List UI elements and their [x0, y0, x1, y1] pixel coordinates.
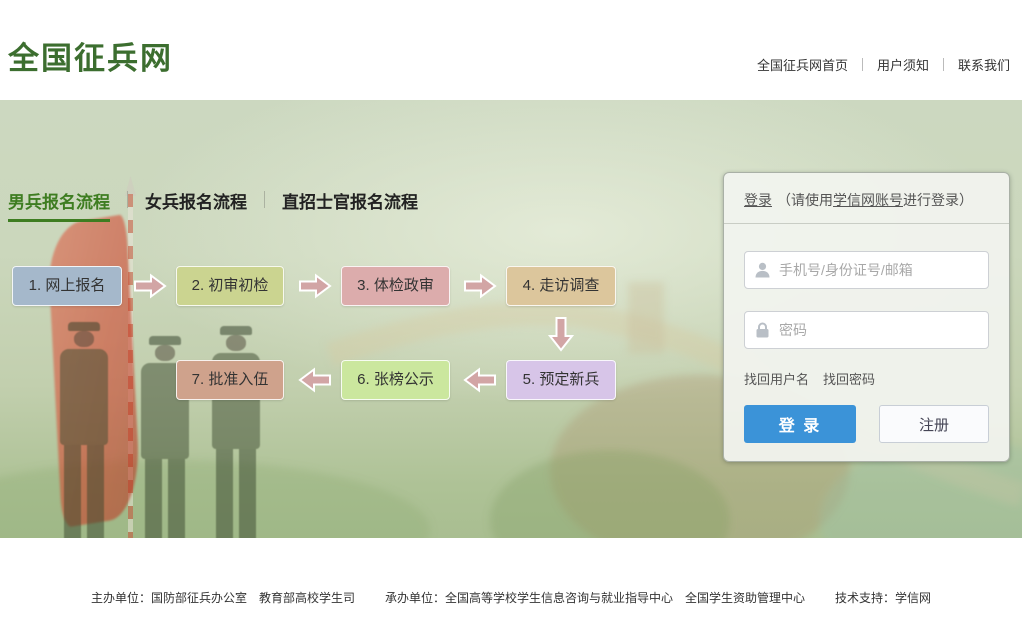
- nav-contact-link[interactable]: 联系我们: [958, 55, 1010, 74]
- tab-separator: [127, 191, 128, 208]
- nav-user-notice-link[interactable]: 用户须知: [877, 55, 929, 74]
- nav-separator: [943, 58, 944, 71]
- site-header: 全国征兵网 全国征兵网首页 用户须知 联系我们: [0, 0, 1022, 100]
- top-nav: 全国征兵网首页 用户须知 联系我们: [757, 55, 1010, 74]
- account-recovery-links: 找回用户名 找回密码: [744, 369, 989, 388]
- process-tabs: 男兵报名流程 女兵报名流程 直招士官报名流程: [8, 188, 418, 222]
- flow-step-3: 3. 体检政审: [341, 266, 450, 306]
- arrow-right-icon: [133, 273, 167, 299]
- arrow-right-icon: [463, 273, 497, 299]
- password-input[interactable]: [779, 322, 978, 338]
- password-field-box: [744, 311, 989, 349]
- tab-nco-enlistment[interactable]: 直招士官报名流程: [282, 188, 418, 222]
- soldier-silhouette: [204, 326, 268, 538]
- login-divider: [724, 223, 1009, 224]
- arrow-down-icon: [548, 316, 574, 352]
- soldier-silhouette: [52, 322, 116, 538]
- tab-male-enlistment[interactable]: 男兵报名流程: [8, 188, 110, 222]
- username-input[interactable]: [779, 262, 978, 278]
- flow-step-1: 1. 网上报名: [12, 266, 122, 306]
- username-field-box: [744, 251, 989, 289]
- flow-step-2: 2. 初审初检: [176, 266, 284, 306]
- forgot-username-link[interactable]: 找回用户名: [744, 369, 809, 388]
- footer-tech-support: 技术支持：学信网: [835, 589, 931, 606]
- hero-banner: 男兵报名流程 女兵报名流程 直招士官报名流程 1. 网上报名 2. 初审初检 3…: [0, 100, 1022, 538]
- flow-step-6: 6. 张榜公示: [341, 360, 450, 400]
- flow-step-5: 5. 预定新兵: [506, 360, 616, 400]
- login-note-prefix: （请使用: [777, 192, 833, 208]
- site-logo[interactable]: 全国征兵网: [8, 33, 173, 78]
- forgot-password-link[interactable]: 找回密码: [823, 369, 875, 388]
- login-panel: 登录 （请使用学信网账号进行登录） 找回用户名 找回密码: [723, 172, 1010, 462]
- lock-icon: [755, 322, 770, 338]
- login-buttons-row: 登 录 注册: [744, 405, 989, 443]
- page-footer: 主办单位：国防部征兵办公室 教育部高校学生司 承办单位：全国高等学校学生信息咨询…: [0, 538, 1022, 625]
- tab-separator: [264, 191, 265, 208]
- footer-host-units: 主办单位：国防部征兵办公室 教育部高校学生司: [91, 589, 355, 606]
- tab-female-enlistment[interactable]: 女兵报名流程: [145, 188, 247, 222]
- arrow-left-icon: [298, 367, 332, 393]
- login-note-suffix: 进行登录）: [903, 192, 973, 208]
- user-icon: [755, 262, 770, 278]
- flow-step-7: 7. 批准入伍: [176, 360, 284, 400]
- flow-step-4: 4. 走访调查: [506, 266, 616, 306]
- nav-home-link[interactable]: 全国征兵网首页: [757, 55, 848, 74]
- login-title: 登录: [744, 192, 772, 208]
- nav-separator: [862, 58, 863, 71]
- arrow-left-icon: [463, 367, 497, 393]
- arrow-right-icon: [298, 273, 332, 299]
- login-header: 登录 （请使用学信网账号进行登录）: [724, 173, 1009, 223]
- login-form: 找回用户名 找回密码 登 录 注册: [724, 251, 1009, 443]
- chsi-account-link[interactable]: 学信网账号: [833, 192, 903, 208]
- login-button[interactable]: 登 录: [744, 405, 856, 443]
- register-button[interactable]: 注册: [879, 405, 989, 443]
- footer-credits: 主办单位：国防部征兵办公室 教育部高校学生司 承办单位：全国高等学校学生信息咨询…: [0, 538, 1022, 606]
- footer-organizer-units: 承办单位：全国高等学校学生信息咨询与就业指导中心 全国学生资助管理中心: [385, 589, 805, 606]
